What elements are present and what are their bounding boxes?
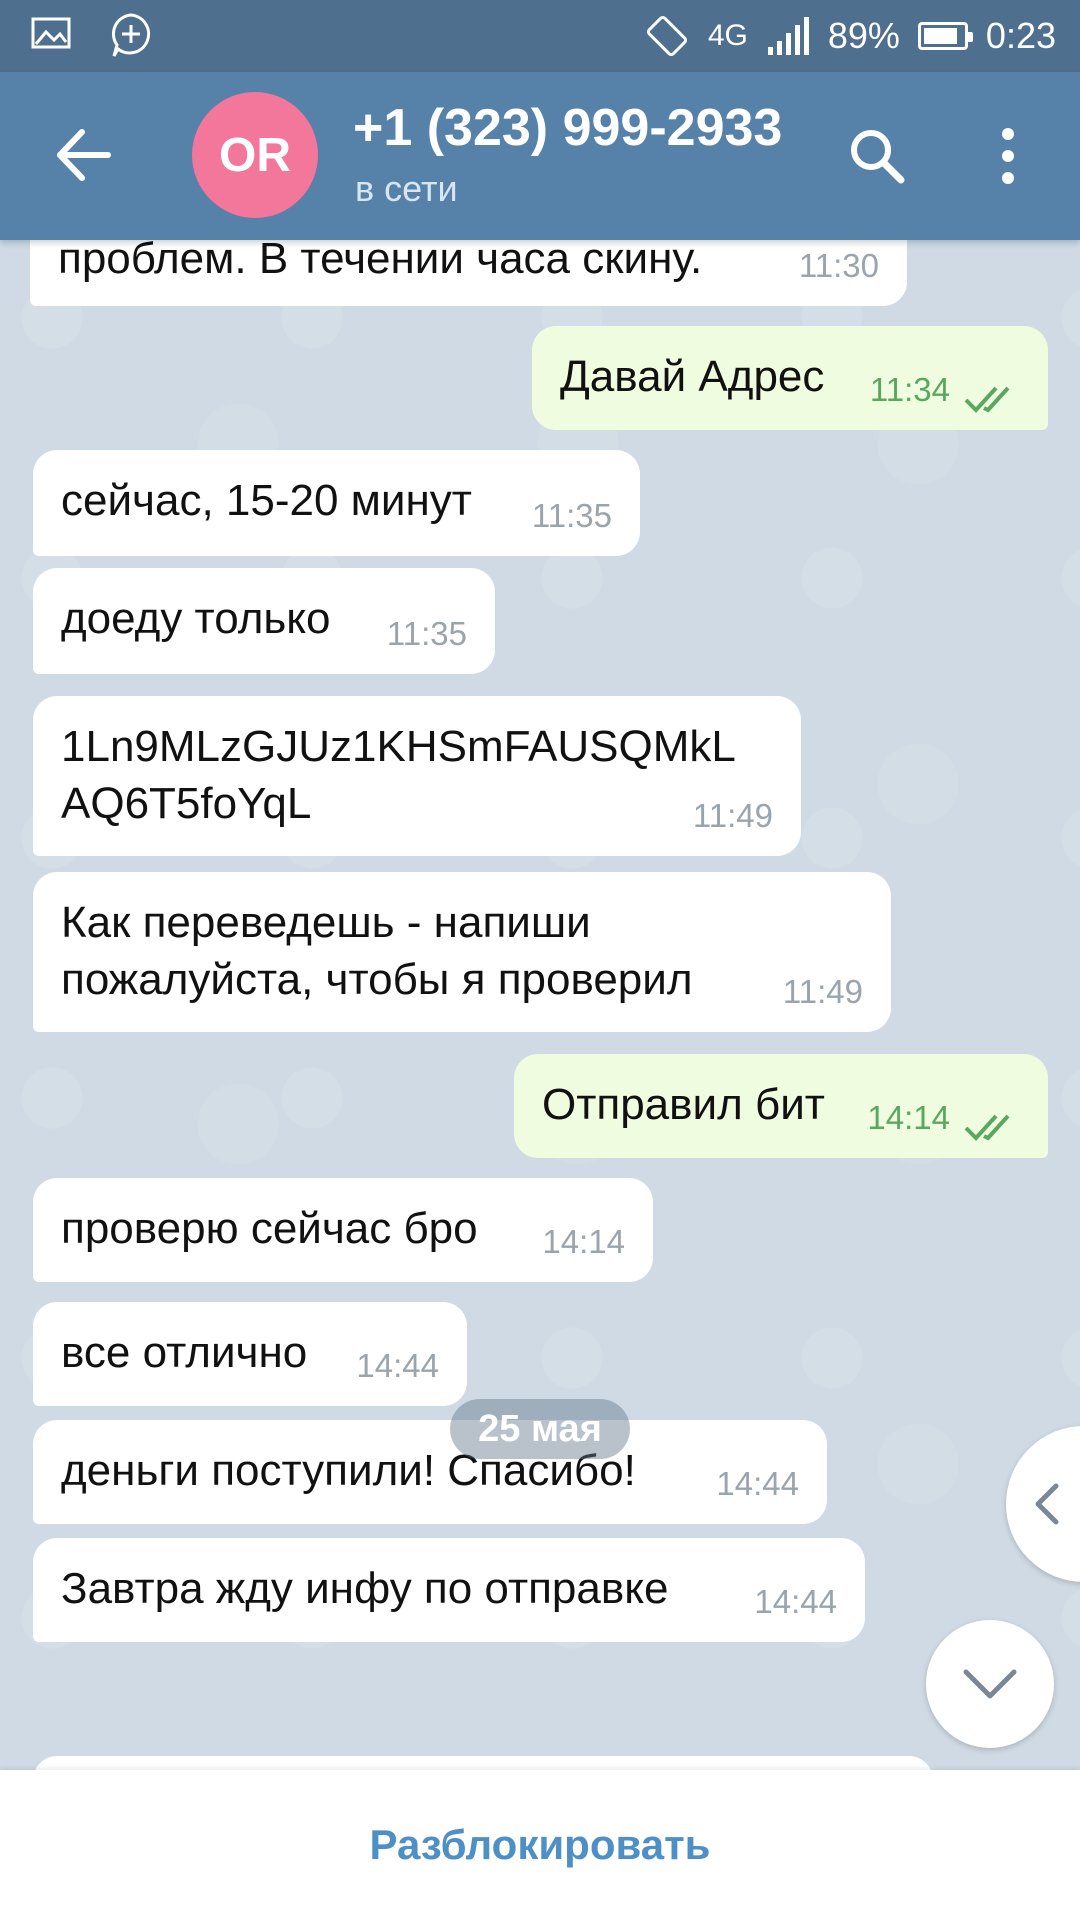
message-bubble-incoming[interactable]: Как переведешь - напиши пожалуйста, чтоб… [33,872,891,1032]
arrow-left-icon [57,129,111,181]
double-check-icon [964,386,1010,413]
chat-title[interactable]: +1 (323) 999-2933 [353,98,782,158]
more-options-button[interactable] [990,124,1026,188]
message-bubble-partial[interactable] [33,1756,933,1770]
message-time: 14:44 [716,1465,799,1502]
message-bubble-incoming[interactable]: проверю сейчас бро 14:14 [33,1178,653,1282]
gallery-notification-icon [31,17,71,49]
message-time: 11:35 [386,615,467,652]
chevron-left-icon [1035,1483,1059,1525]
chat-header: OR +1 (323) 999-2933 в сети [0,72,1080,240]
message-time: 11:35 [531,497,612,534]
chevron-down-icon [963,1669,1017,1699]
message-bubble-outgoing[interactable]: Отправил бит 14:14 [514,1054,1048,1158]
message-bubble-incoming[interactable]: Завтра жду инфу по отправке 14:44 [33,1538,865,1642]
clock: 0:23 [985,15,1056,56]
add-message-notification-icon [112,13,151,57]
message-bubble-incoming[interactable]: проблем. В течении часа скину. 11:30 [30,240,907,306]
message-bubble-incoming[interactable]: 1Ln9MLzGJUz1KHSmFAUSQMkL AQ6T5foYqL 11:4… [33,696,801,856]
message-text: Как переведешь - напиши пожалуйста, чтоб… [61,898,693,1004]
message-bubble-incoming[interactable]: сейчас, 15-20 минут 11:35 [33,450,640,556]
network-type: 4G [707,19,748,52]
message-time: 11:49 [782,973,863,1010]
message-time: 11:49 [692,797,773,834]
search-icon [851,130,905,184]
search-button[interactable] [845,124,909,188]
double-check-icon [964,1114,1010,1141]
message-text: 1Ln9MLzGJUz1KHSmFAUSQMkL AQ6T5foYqL [61,722,736,828]
message-bubble-incoming[interactable]: доеду только 11:35 [33,568,495,674]
message-time: 11:30 [798,247,879,284]
message-text: деньги поступили! Спасибо! [61,1446,636,1495]
unblock-button[interactable]: Разблокировать [363,1820,716,1870]
more-vertical-icon [1002,128,1014,184]
message-bubble-outgoing[interactable]: Давай Адрес 11:34 [532,326,1048,430]
date-separator: 25 мая [450,1399,630,1459]
battery-percent: 89% [827,15,900,56]
message-list[interactable]: проблем. В течении часа скину. 11:30 Дав… [0,240,1080,1770]
rotate-icon [646,15,687,57]
back-button[interactable] [50,120,120,190]
message-time: 14:44 [356,1347,439,1384]
online-status: в сети [355,168,458,209]
message-text: сейчас, 15-20 минут [61,476,472,525]
message-time: 14:14 [542,1223,625,1260]
message-bubble-incoming[interactable]: деньги поступили! Спасибо! 14:44 [33,1420,827,1524]
message-time: 14:14 [867,1099,950,1136]
message-text: Завтра жду инфу по отправке [61,1564,669,1613]
status-bar: 4G 89% 0:23 [0,0,1080,72]
message-bubble-incoming[interactable]: все отлично 14:44 [33,1302,467,1406]
message-time: 14:44 [754,1583,837,1620]
bottom-bar: Разблокировать [0,1770,1080,1920]
avatar[interactable]: OR [192,92,318,218]
message-text: проверю сейчас бро [61,1204,478,1253]
message-text: проблем. В течении часа скину. [58,240,703,283]
message-time: 11:34 [869,371,950,408]
signal-icon [767,17,809,55]
battery-icon [917,22,973,50]
message-text: Давай Адрес [560,352,825,401]
scroll-down-button[interactable] [926,1620,1054,1748]
